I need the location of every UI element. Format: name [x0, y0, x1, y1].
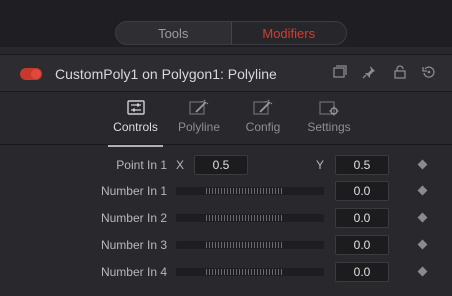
keyframe-icon[interactable] [417, 185, 428, 196]
number-in-3-row: Number In 3 0.0 [0, 234, 452, 256]
number-in-1-slider[interactable] [176, 187, 324, 195]
panel-switch: Tools Modifiers [115, 21, 347, 45]
tab-polyline[interactable]: Polyline [174, 93, 224, 145]
tab-config[interactable]: Config [240, 93, 286, 145]
tab-config-label: Config [245, 120, 281, 134]
keyframe-icon[interactable] [417, 212, 428, 223]
tab-controls[interactable]: Controls [108, 93, 163, 145]
tab-settings-label: Settings [307, 120, 351, 134]
number-in-1-row: Number In 1 0.0 [0, 180, 452, 202]
number-in-2-row: Number In 2 0.0 [0, 207, 452, 229]
controls-panel: Point In 1 X 0.5 Y 0.5 Number In 1 0.0 N… [0, 148, 452, 296]
number-in-3-input[interactable]: 0.0 [335, 235, 389, 255]
modifiers-tab[interactable]: Modifiers [231, 22, 346, 44]
reset-icon[interactable] [420, 65, 438, 83]
number-in-2-slider[interactable] [176, 214, 324, 222]
number-in-3-slider[interactable] [176, 241, 324, 249]
number-in-2-input[interactable]: 0.0 [335, 208, 389, 228]
point-in-1-row: Point In 1 X 0.5 Y 0.5 [0, 154, 452, 176]
number-in-4-slider[interactable] [176, 268, 324, 276]
tool-header: CustomPoly1 on Polygon1: Polyline [0, 54, 452, 92]
tools-tab[interactable]: Tools [116, 22, 231, 44]
settings-icon [318, 99, 340, 117]
keyframe-icon[interactable] [417, 239, 428, 250]
tab-settings[interactable]: Settings [302, 93, 356, 145]
wand-icon [188, 99, 210, 117]
active-tab-indicator [108, 145, 163, 147]
keyframe-icon[interactable] [417, 266, 428, 277]
number-in-4-row: Number In 4 0.0 [0, 261, 452, 283]
number-in-1-label: Number In 1 [100, 184, 167, 198]
controls-icon [125, 99, 147, 117]
y-label: Y [316, 158, 325, 172]
lock-icon[interactable] [391, 65, 409, 83]
point-x-input[interactable]: 0.5 [194, 155, 248, 175]
keyframe-icon[interactable] [417, 159, 428, 170]
collapse-icon[interactable] [331, 65, 349, 83]
top-bar: Tools Modifiers [0, 0, 452, 47]
number-in-2-label: Number In 2 [100, 211, 167, 225]
enable-toggle[interactable] [20, 68, 42, 80]
point-y-input[interactable]: 0.5 [335, 155, 389, 175]
wand-icon [252, 99, 274, 117]
point-in-1-label: Point In 1 [116, 158, 167, 172]
tab-controls-label: Controls [113, 120, 158, 134]
tool-title: CustomPoly1 on Polygon1: Polyline [55, 66, 277, 82]
tab-polyline-label: Polyline [177, 120, 221, 134]
number-in-4-label: Number In 4 [100, 265, 167, 279]
number-in-1-input[interactable]: 0.0 [335, 181, 389, 201]
pin-icon[interactable] [360, 65, 378, 83]
number-in-4-input[interactable]: 0.0 [335, 262, 389, 282]
inspector-tabs: Controls Polyline Config Settings [0, 93, 452, 145]
number-in-3-label: Number In 3 [100, 238, 167, 252]
x-label: X [176, 158, 185, 172]
